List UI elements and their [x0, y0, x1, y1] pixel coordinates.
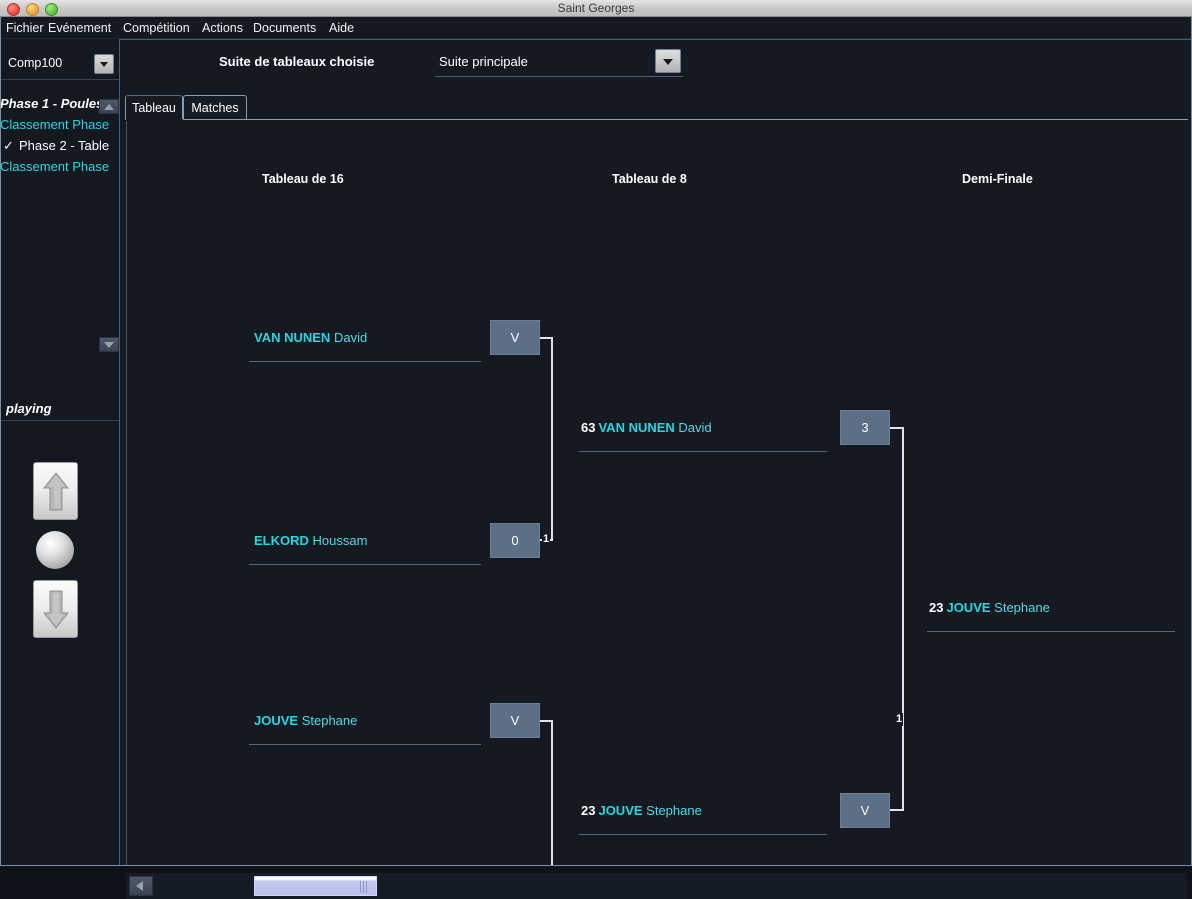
- scrollbar-grip-icon: [360, 881, 368, 893]
- connector: [551, 337, 553, 540]
- player-firstname: Stephane: [994, 600, 1050, 615]
- bracket-entry-r1-van-nunen[interactable]: VAN NUNEN David: [249, 328, 481, 362]
- entry-rule: [249, 564, 481, 565]
- sidebar: Comp100 Phase 1 - Poules Classement Phas…: [0, 39, 119, 866]
- suite-chevron-down-icon[interactable]: [655, 49, 681, 73]
- player-name: ELKORD Houssam: [251, 531, 367, 551]
- player-lastname: ELKORD: [254, 533, 309, 548]
- phase-label: Classement Phase: [0, 159, 110, 174]
- phase-list-item-1[interactable]: Classement Phase: [0, 116, 119, 136]
- player-rank: 23: [581, 803, 596, 818]
- suite-select-value: Suite principale: [439, 54, 528, 69]
- connector: [890, 809, 904, 811]
- menu-fichier[interactable]: Fichier: [6, 17, 44, 39]
- player-name: VAN NUNEN David: [251, 328, 367, 348]
- horizontal-scrollbar[interactable]: [126, 873, 1187, 899]
- phase-label: Phase 1 - Poules: [0, 96, 104, 111]
- sidebar-scroll-down-icon[interactable]: [99, 337, 119, 352]
- up-arrow-icon: [42, 472, 70, 511]
- tab-tableau[interactable]: Tableau: [125, 95, 183, 120]
- score-box-r2-jouve[interactable]: V: [840, 793, 890, 828]
- player-lastname: JOUVE: [598, 803, 643, 818]
- player-lastname: JOUVE: [254, 713, 299, 728]
- chevron-down-icon[interactable]: [94, 54, 114, 74]
- sidebar-scroll-up-icon[interactable]: [99, 99, 119, 114]
- player-firstname: Stephane: [646, 803, 702, 818]
- bracket-entry-r1-jouve[interactable]: JOUVE Stephane: [249, 711, 481, 745]
- divider: [0, 420, 119, 421]
- down-arrow-icon: [42, 590, 70, 629]
- round-header-demi-finale: Demi-Finale: [962, 172, 1033, 186]
- tabstrip: Tableau Matches: [125, 95, 1188, 120]
- center-ball-button[interactable]: [36, 531, 74, 569]
- main-panel: Suite de tableaux choisie Suite principa…: [119, 39, 1192, 899]
- connector-label: 1: [895, 713, 904, 726]
- competition-select[interactable]: Comp100: [0, 51, 119, 79]
- player-firstname: David: [678, 420, 712, 435]
- entry-rule: [249, 361, 481, 362]
- score-box-r1-jouve[interactable]: V: [490, 703, 540, 738]
- menubar: Fichier Evénement Compétition Actions Do…: [0, 17, 1192, 39]
- player-lastname: VAN NUNEN: [598, 420, 675, 435]
- suite-select[interactable]: Suite principale: [435, 49, 683, 77]
- horizontal-scrollbar-thumb[interactable]: [254, 876, 377, 896]
- bracket-entry-r2-van-nunen[interactable]: 63 VAN NUNEN David: [579, 418, 827, 452]
- entry-rule: [249, 744, 481, 745]
- player-lastname: JOUVE: [946, 600, 991, 615]
- move-up-button[interactable]: [33, 462, 78, 520]
- move-down-button[interactable]: [33, 580, 78, 638]
- menu-competition[interactable]: Compétition: [123, 17, 190, 39]
- entry-rule: [927, 631, 1175, 632]
- bracket-entry-r1-elkord[interactable]: ELKORD Houssam: [249, 531, 481, 565]
- phase-list-item-2[interactable]: ✓ Phase 2 - Table: [0, 137, 119, 157]
- player-firstname: Houssam: [312, 533, 368, 548]
- menu-aide[interactable]: Aide: [329, 17, 354, 39]
- checkmark-icon: ✓: [3, 138, 14, 153]
- player-name: JOUVE Stephane: [251, 711, 357, 731]
- playing-label: playing: [6, 401, 52, 416]
- suite-title: Suite de tableaux choisie: [219, 54, 375, 69]
- player-rank: 63: [581, 420, 596, 435]
- competition-select-value: Comp100: [8, 56, 63, 70]
- menu-actions[interactable]: Actions: [202, 17, 243, 39]
- score-box-r1-van-nunen[interactable]: V: [490, 320, 540, 355]
- connector: [551, 720, 553, 865]
- window-titlebar: Saint Georges: [0, 0, 1192, 17]
- divider: [0, 79, 119, 80]
- player-firstname: Stephane: [301, 713, 358, 728]
- connector: [902, 427, 904, 810]
- window-title: Saint Georges: [557, 1, 635, 15]
- menu-evenement[interactable]: Evénement: [48, 17, 111, 39]
- entry-rule: [579, 834, 827, 835]
- round-header-tableau-8: Tableau de 8: [612, 172, 687, 186]
- bracket-entry-r3-jouve[interactable]: 23 JOUVE Stephane: [927, 598, 1175, 632]
- bracket-area: Tableau de 16 Tableau de 8 Demi-Finale V…: [126, 120, 1187, 865]
- tab-active-notch: [126, 119, 183, 121]
- phase-label: Classement Phase: [0, 117, 110, 132]
- bracket-entry-r2-jouve[interactable]: 23 JOUVE Stephane: [579, 801, 827, 835]
- phase-list: Phase 1 - Poules Classement Phase ✓ Phas…: [0, 95, 119, 345]
- round-header-tableau-16: Tableau de 16: [262, 172, 344, 186]
- tab-matches[interactable]: Matches: [183, 95, 247, 120]
- phase-list-item-3[interactable]: Classement Phase: [0, 158, 119, 178]
- player-name: 23 JOUVE Stephane: [581, 801, 702, 821]
- phase-label: Phase 2 - Table: [19, 138, 110, 153]
- menu-documents[interactable]: Documents: [253, 17, 316, 39]
- player-firstname: David: [333, 330, 368, 345]
- player-name: 23 JOUVE Stephane: [929, 598, 1050, 618]
- score-box-r2-van-nunen[interactable]: 3: [840, 410, 890, 445]
- player-lastname: VAN NUNEN: [254, 330, 331, 345]
- scroll-left-arrow-icon[interactable]: [129, 876, 153, 896]
- entry-rule: [579, 451, 827, 452]
- connector-label: 1: [542, 533, 551, 546]
- score-box-r1-elkord[interactable]: 0: [490, 523, 540, 558]
- divider: [435, 76, 683, 77]
- player-name: 63 VAN NUNEN David: [581, 418, 712, 438]
- player-rank: 23: [929, 600, 944, 615]
